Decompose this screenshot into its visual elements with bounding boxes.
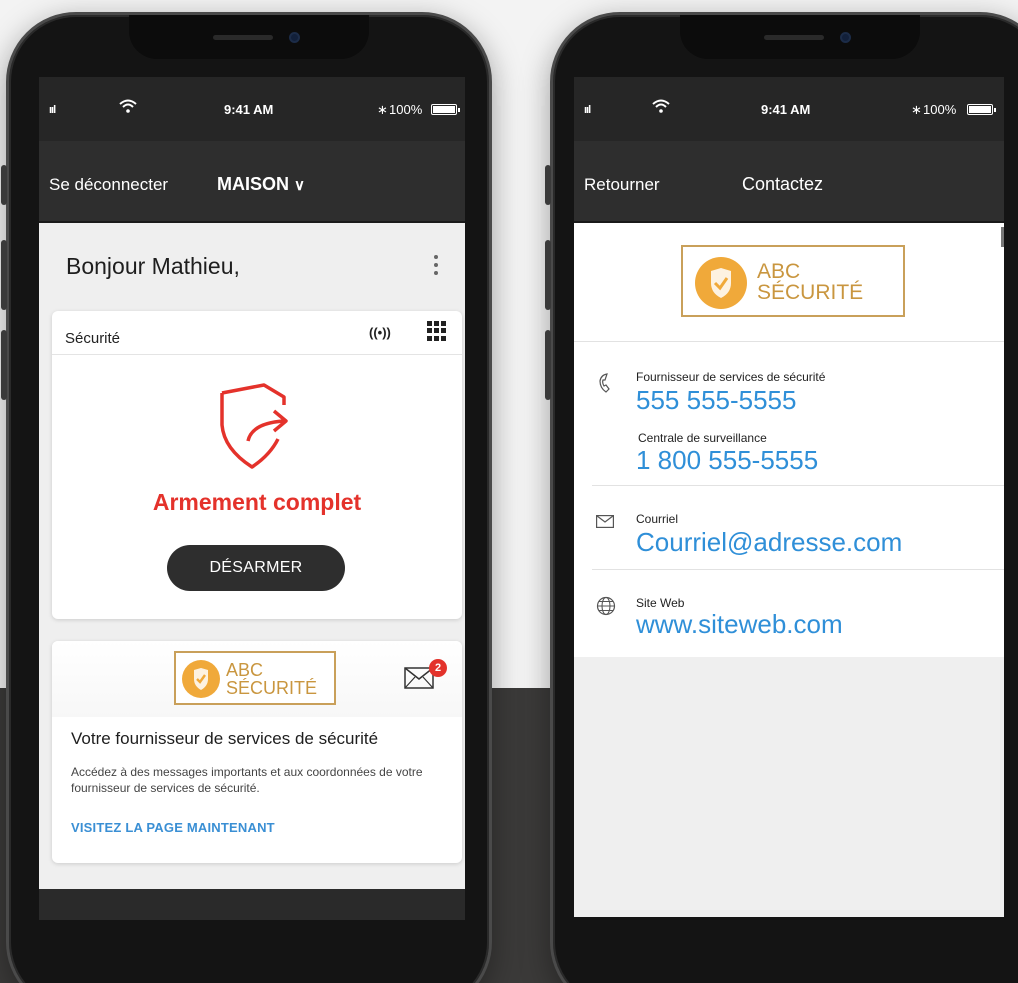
email-address[interactable]: Courriel@adresse.com	[636, 527, 902, 558]
logo-line2: SÉCURITÉ	[757, 281, 864, 304]
bluetooth-icon: ∗	[911, 102, 922, 117]
wifi-icon	[652, 99, 670, 117]
monitoring-phone-label: Centrale de surveillance	[638, 431, 767, 445]
mail-icon	[596, 515, 614, 533]
provider-heading: Votre fournisseur de services de sécurit…	[71, 729, 379, 748]
greeting-text: Bonjour Mathieu,	[66, 253, 240, 279]
provider-phone-label: Fournisseur de services de sécurité	[636, 370, 826, 384]
battery-icon	[431, 104, 460, 115]
volume-down-button	[545, 330, 551, 400]
shield-arrow-icon	[220, 383, 288, 469]
website-url[interactable]: www.siteweb.com	[636, 609, 843, 640]
greeting-row: Bonjour Mathieu,	[39, 223, 465, 297]
website-label: Site Web	[636, 596, 685, 610]
mute-switch	[545, 165, 551, 205]
status-bar: ııl 9:41 AM ∗ 100%	[574, 77, 1004, 141]
signal-icon: ııl	[49, 104, 56, 116]
location-selector[interactable]: MAISON ∨	[217, 174, 305, 195]
divider	[574, 341, 1004, 342]
divider	[592, 485, 1004, 486]
empty-area	[574, 657, 1004, 917]
security-card-header: Sécurité ((•))	[52, 311, 462, 355]
provider-logo-band: ABC SÉCURITÉ 2	[52, 641, 462, 717]
disarm-button[interactable]: DÉSARMER	[167, 545, 345, 591]
volume-down-button	[1, 330, 7, 400]
keypad-grid-icon[interactable]	[427, 321, 447, 341]
logo-line1: ABC	[757, 260, 801, 283]
phone-icon	[598, 373, 612, 398]
phone-notch	[680, 15, 920, 59]
provider-card: ABC SÉCURITÉ 2 Votre fournisseur de serv…	[52, 641, 462, 863]
logout-link[interactable]: Se déconnecter	[49, 175, 168, 195]
contact-panel: ABC SÉCURITÉ Fournisseur de services de …	[574, 223, 1004, 657]
bottom-bar	[39, 889, 465, 920]
divider	[592, 569, 1004, 570]
location-name: MAISON	[217, 174, 289, 194]
phone-home-screen: ııl 9:41 AM ∗ 100% Se déconnecter MAISON…	[1, 12, 492, 983]
logo-line2: SÉCURITÉ	[226, 678, 318, 698]
nav-bar: Se déconnecter MAISON ∨	[39, 141, 465, 223]
volume-up-button	[545, 240, 551, 310]
sensor-icon[interactable]: ((•))	[369, 325, 391, 340]
battery-percent: 100%	[389, 102, 423, 117]
more-options-icon[interactable]	[433, 255, 439, 279]
visit-page-link[interactable]: VISITEZ LA PAGE MAINTENANT	[71, 820, 275, 835]
battery-icon	[967, 104, 996, 115]
shield-check-icon	[182, 660, 220, 698]
phone-notch	[129, 15, 369, 59]
contact-screen: ııl 9:41 AM ∗ 100% Retourner Contactez A…	[574, 77, 1004, 917]
logo-line1: ABC	[226, 660, 264, 680]
unread-count-badge: 2	[429, 659, 447, 677]
shield-check-icon	[695, 257, 747, 309]
status-bar: ııl 9:41 AM ∗ 100%	[39, 77, 465, 141]
arm-status-text: Armement complet	[152, 489, 362, 515]
chevron-down-icon: ∨	[294, 177, 305, 194]
phone-contact-screen: ııl 9:41 AM ∗ 100% Retourner Contactez A…	[545, 12, 1018, 983]
wifi-icon	[119, 99, 137, 117]
status-time: 9:41 AM	[761, 102, 811, 117]
mute-switch	[1, 165, 7, 205]
monitoring-phone-number[interactable]: 1 800 555-5555	[636, 445, 818, 476]
abc-securite-logo: ABC SÉCURITÉ	[681, 245, 905, 317]
volume-up-button	[1, 240, 7, 310]
home-screen: ııl 9:41 AM ∗ 100% Se déconnecter MAISON…	[39, 77, 465, 920]
security-card-title: Sécurité	[65, 330, 121, 347]
scrollbar-indicator	[1001, 227, 1004, 247]
status-time: 9:41 AM	[224, 102, 274, 117]
email-label: Courriel	[636, 512, 679, 526]
security-card: Sécurité ((•)) Armement complet DÉSARMER	[52, 311, 462, 619]
nav-bar: Retourner Contactez	[574, 141, 1004, 223]
bluetooth-icon: ∗	[377, 102, 388, 117]
back-button[interactable]: Retourner	[584, 175, 660, 195]
signal-icon: ııl	[584, 104, 591, 116]
provider-description: Accédez à des messages importants et aux…	[71, 765, 423, 795]
abc-securite-logo: ABC SÉCURITÉ	[174, 651, 336, 705]
provider-phone-number[interactable]: 555 555-5555	[636, 385, 796, 416]
battery-percent: 100%	[923, 102, 957, 117]
page-title: Contactez	[742, 174, 824, 194]
globe-icon	[596, 596, 616, 621]
